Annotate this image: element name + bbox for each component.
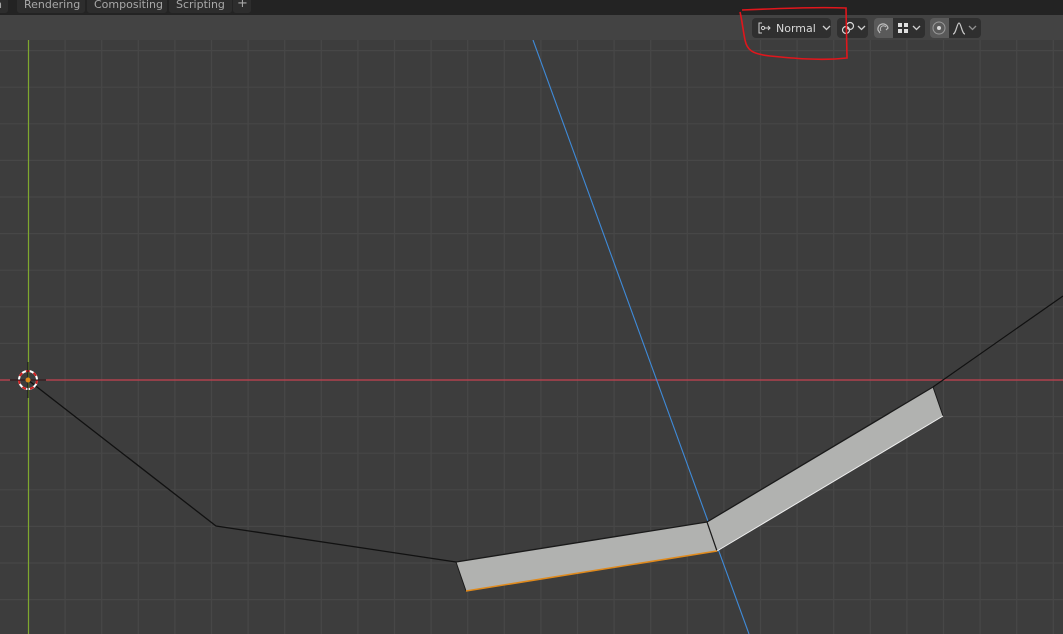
pivot-point-dropdown[interactable] [837, 18, 868, 38]
chevron-down-icon [857, 25, 866, 31]
workspace-tab-scripting[interactable]: Scripting [169, 0, 232, 13]
workspace-tab-compositing[interactable]: Compositing [87, 0, 167, 13]
mesh-edge-highlight [716, 415, 944, 552]
curve-edge [27, 379, 457, 563]
transform-orientation-dropdown[interactable]: Normal [752, 18, 831, 38]
add-workspace-button[interactable]: + [233, 0, 251, 13]
viewport-canvas[interactable] [0, 40, 1063, 634]
snap-increment-icon [897, 22, 909, 34]
chevron-down-icon [968, 25, 977, 31]
add-icon: + [237, 0, 248, 11]
falloff-curve-icon [952, 21, 966, 35]
mesh-edge [706, 386, 934, 523]
snap-target-dropdown[interactable] [893, 18, 925, 38]
workspace-tab-animation[interactable]: n [0, 0, 8, 13]
snap-magnet-icon [876, 21, 890, 35]
pivot-point-icon [841, 21, 855, 35]
chevron-down-icon [912, 25, 921, 31]
workspace-tab-rendering[interactable]: Rendering [17, 0, 85, 13]
tab-label: n [0, 0, 2, 11]
transform-orientation-value: Normal [776, 21, 816, 35]
grid-floor [0, 40, 1063, 634]
curve-edge-extension [932, 295, 1063, 388]
proportional-edit-icon [932, 21, 946, 35]
proportional-falloff-dropdown[interactable] [949, 18, 981, 38]
tab-label: Scripting [176, 0, 225, 11]
3d-viewport[interactable] [0, 40, 1063, 634]
transform-orientation-icon [757, 21, 771, 35]
tab-label: Compositing [94, 0, 163, 11]
tab-label: Rendering [24, 0, 81, 11]
snap-toggle[interactable] [874, 18, 893, 38]
proportional-edit-toggle[interactable] [930, 18, 949, 38]
workspace-tab-bar: n Rendering Compositing Scripting + [0, 0, 1063, 15]
chevron-down-icon [822, 25, 831, 31]
3d-cursor-icon[interactable] [10, 362, 46, 398]
